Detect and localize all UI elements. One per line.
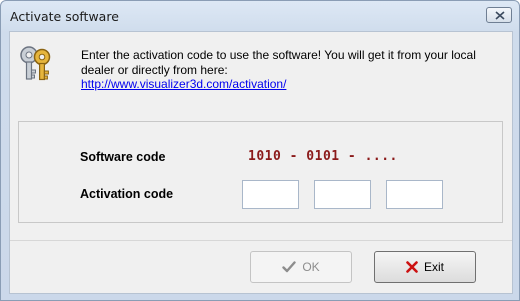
instruction-text: Enter the activation code to use the sof… xyxy=(81,48,476,77)
divider xyxy=(10,240,512,241)
exit-button-label: Exit xyxy=(423,260,444,274)
title-bar[interactable]: Activate software xyxy=(1,1,519,31)
checkmark-icon xyxy=(282,261,297,273)
close-icon xyxy=(495,11,505,20)
instruction-message: Enter the activation code to use the sof… xyxy=(81,48,511,92)
dialog-body: Enter the activation code to use the sof… xyxy=(9,31,513,294)
x-icon xyxy=(406,261,418,273)
software-code-label: Software code xyxy=(80,150,166,164)
activation-link[interactable]: http://www.visualizer3d.com/activation/ xyxy=(81,77,286,92)
activation-code-field-2[interactable] xyxy=(314,180,371,209)
keys-icon xyxy=(20,46,51,81)
close-button[interactable] xyxy=(486,7,512,23)
window-title: Activate software xyxy=(10,9,119,24)
activation-code-field-1[interactable] xyxy=(242,180,299,209)
ok-button-label: OK xyxy=(302,260,320,274)
activation-code-label: Activation code xyxy=(80,187,174,201)
activate-software-dialog: Activate software Enter the activation c… xyxy=(0,0,520,301)
software-code-value: 1010 - 0101 - .... xyxy=(248,149,398,164)
ok-button[interactable]: OK xyxy=(250,251,352,283)
activation-code-field-3[interactable] xyxy=(386,180,443,209)
exit-button[interactable]: Exit xyxy=(374,251,476,283)
